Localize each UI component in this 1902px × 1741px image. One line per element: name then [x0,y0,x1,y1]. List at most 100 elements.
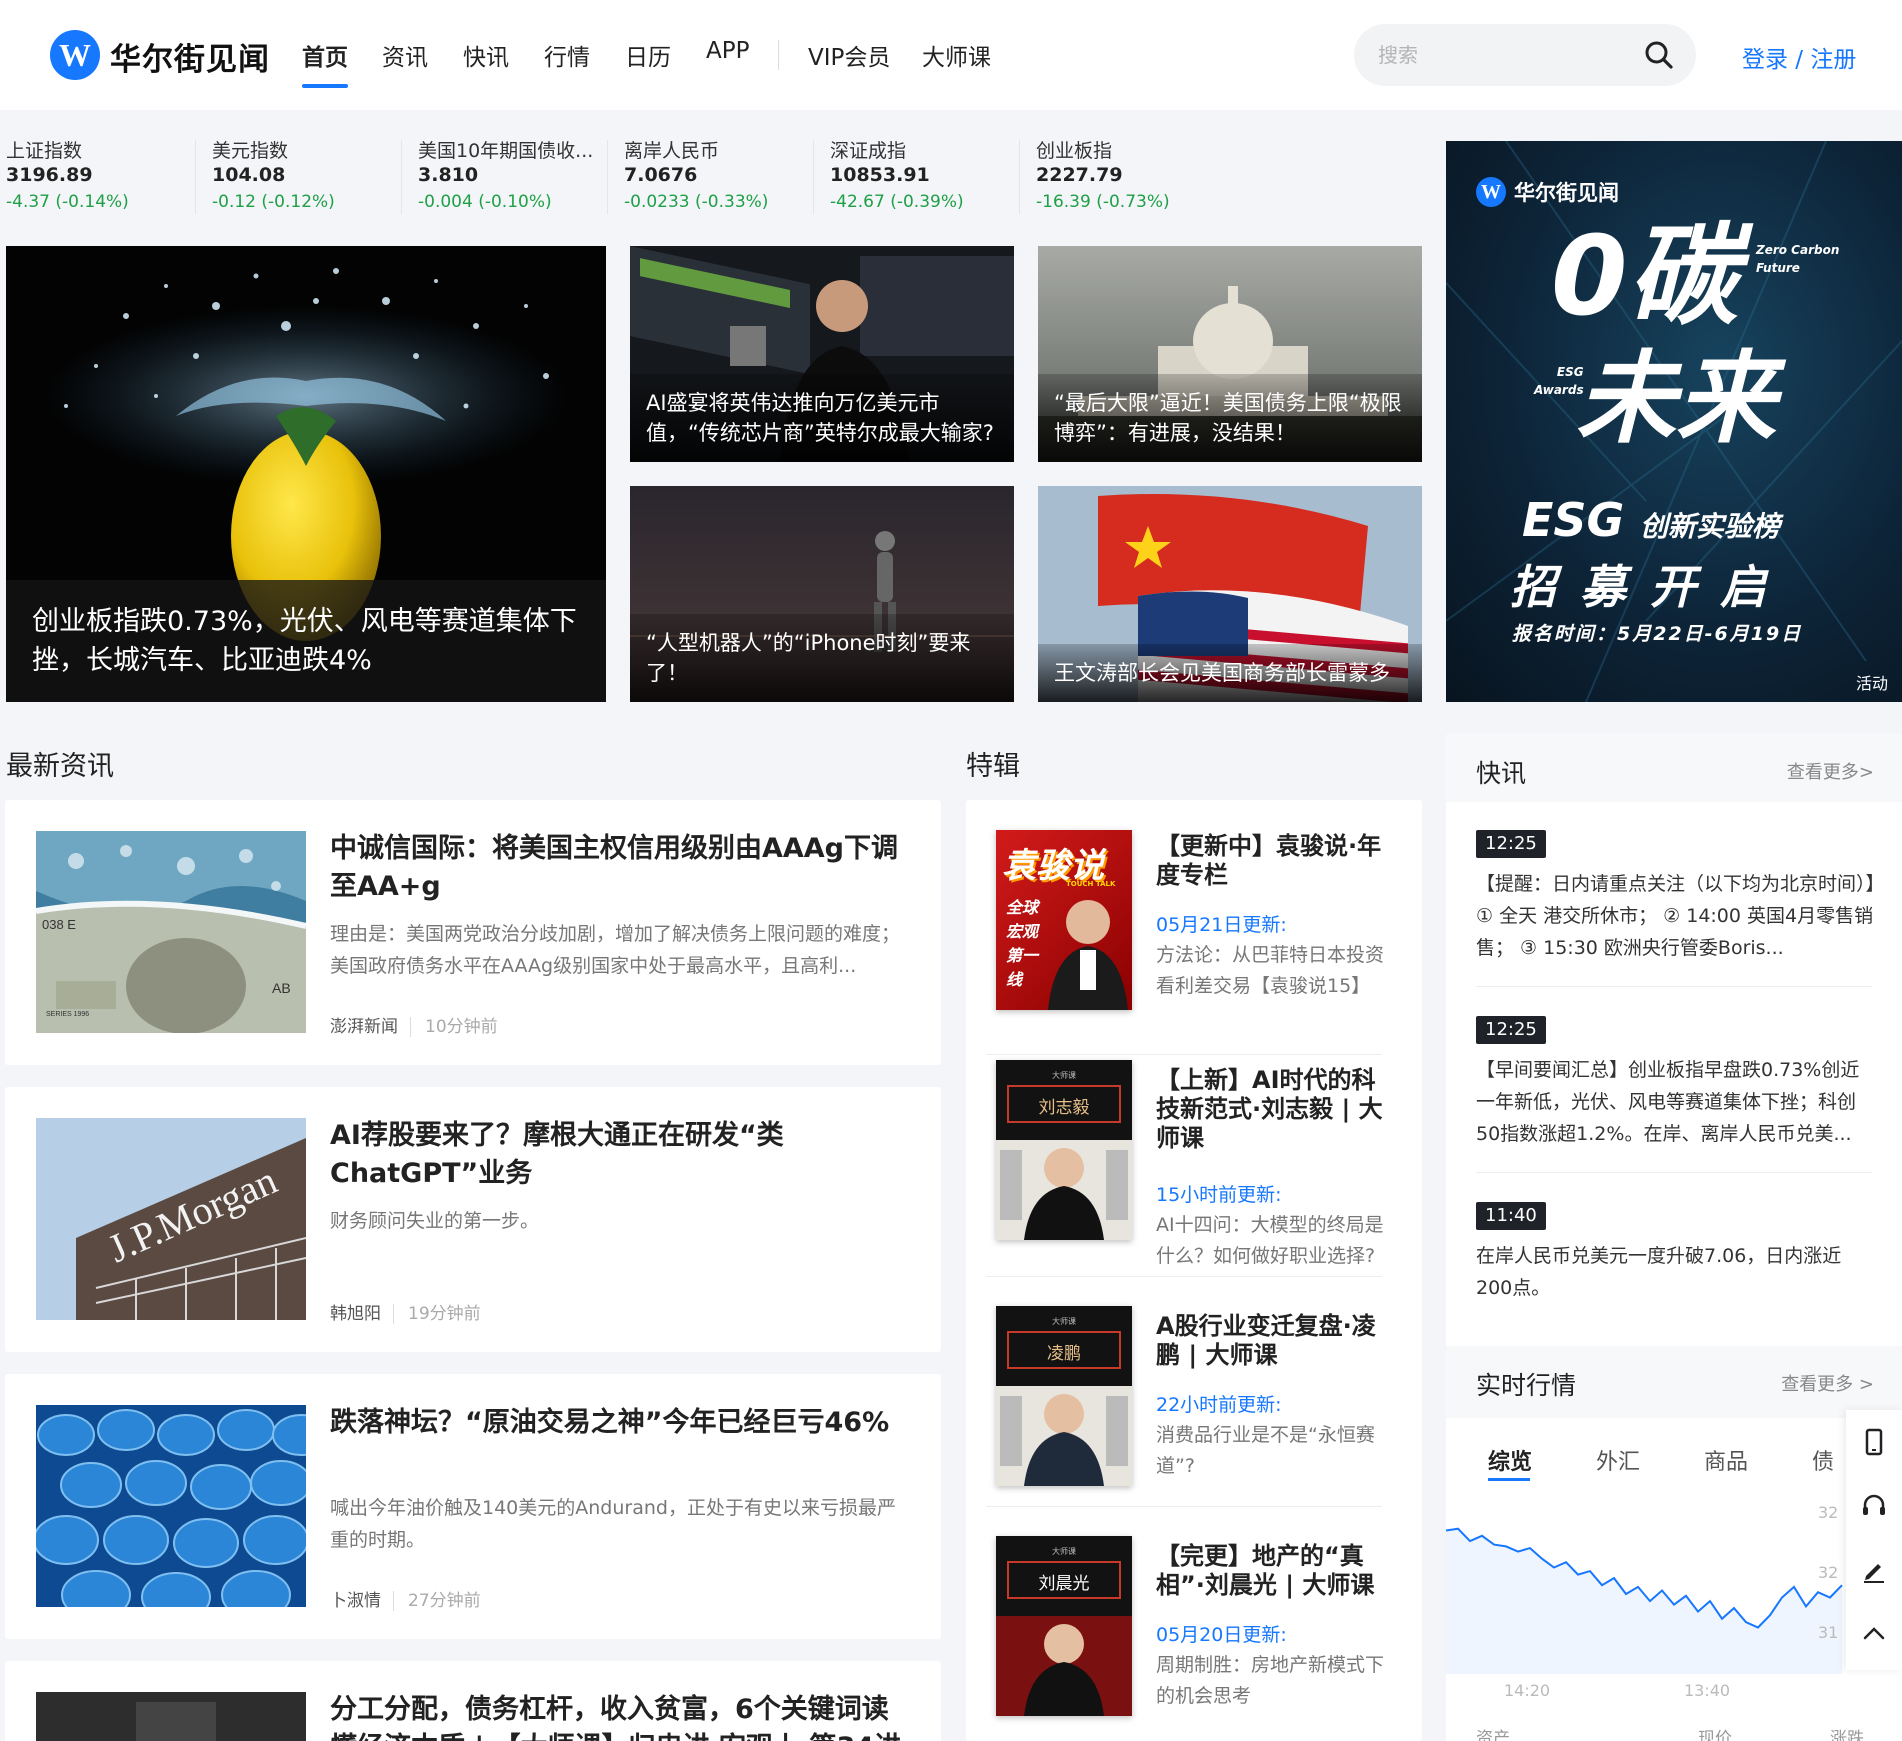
hero-tile-4-caption[interactable]: 王文涛部长会见美国商务部长雷蒙多 [1038,644,1422,702]
market-tab-bonds[interactable]: 债 [1812,1444,1834,1476]
news-meta: 澎湃新闻 10分钟前 [330,1012,498,1037]
master-class-cover-art [996,1536,1132,1716]
mobile-app-button[interactable] [1846,1410,1902,1474]
oil-barrels-image [36,1405,306,1607]
special-cover[interactable]: 大师课 刘志毅 [996,1060,1132,1240]
search-icon[interactable] [1644,40,1674,70]
special-title[interactable]: 【更新中】袁骏说·年度专栏 [1156,832,1396,890]
nav-vip[interactable]: VIP会员 [808,38,890,72]
special-item[interactable]: 袁骏说 TOUCH TALK 全球宏观第一线 【更新中】袁骏说·年度专栏 05月… [996,830,1396,1040]
ad-brand: W 华尔街见闻 [1476,177,1619,207]
search-box [1354,24,1696,86]
news-thumbnail[interactable]: 038 E AB SERIES 1996 [36,831,306,1033]
nav-calendar[interactable]: 日历 [625,38,671,72]
ticker-szse[interactable]: 深证成指 10853.91 -42.67 (-0.39%) [830,136,1020,216]
news-title[interactable]: 中诚信国际：将美国主权信用级别由AAAg下调至AA+g [330,830,910,906]
news-title[interactable]: 分工分配，债务杠杆，收入贫富，6个关键词读懂经济本质 | 【大师课】归忠讲 宏观… [330,1691,910,1741]
special-update: 15小时前更新: [1156,1184,1282,1206]
news-source[interactable]: 韩旭阳 [330,1304,381,1324]
news-thumbnail[interactable] [36,1692,306,1741]
nav-flash[interactable]: 快讯 [463,38,509,72]
cover-name: 刘晨光 [1038,1574,1090,1594]
market-tab-overview[interactable]: 综览 [1488,1444,1532,1476]
special-update: 22小时前更新: [1156,1394,1282,1416]
hero-main-caption[interactable]: 创业板指跌0.73%，光伏、风电等赛道集体下挫，长城汽车、比亚迪跌4% [6,580,606,702]
news-card[interactable]: 跌落神坛？“原油交易之神”今年已经巨亏46% 喊出今年油价触及140美元的And… [5,1374,941,1639]
flash-item-text[interactable]: 在岸人民币兑美元一度升破7.06，日内涨近200点。 [1476,1240,1876,1304]
ticker-separator [1019,140,1020,214]
news-card[interactable]: 038 E AB SERIES 1996 中诚信国际：将美国主权信用级别由AAA… [5,800,941,1065]
back-to-top-button[interactable] [1846,1602,1902,1666]
news-thumbnail[interactable]: J.P.Morgan [36,1118,306,1320]
col-asset: 资产 [1476,1729,1510,1741]
nav-app[interactable]: APP [706,38,749,64]
flash-more-link[interactable]: 查看更多> [1787,758,1874,784]
market-more-link[interactable]: 查看更多 > [1781,1370,1874,1396]
hero-tile-1-caption[interactable]: AI盛宴将英伟达推向万亿美元市值，“传统芯片商”英特尔成最大输家? [630,374,1014,462]
esg-ad-banner[interactable]: W 华尔街见闻 0碳 Zero Carbon Future ESG Awards… [1446,141,1902,702]
market-title: 实时行情 [1476,1371,1577,1400]
special-desc: 周期制胜：房地产新模式下的机会思考 [1156,1654,1385,1707]
chart-x-tick: 14:20 [1504,1681,1550,1700]
flash-item-text[interactable]: 【提醒：日内请重点关注（以下均为北京时间）】① 全天 港交所休市； ② 14:0… [1476,868,1876,964]
headset-icon [1863,1494,1885,1515]
special-item[interactable]: 大师课 凌鹏 A股行业变迁复盘·凌鹏 | 大师课 22小时前更新: 消费品行业是… [996,1306,1396,1496]
hero-tile-4[interactable]: 王文涛部长会见美国商务部长雷蒙多 [1038,486,1422,702]
flash-item-text[interactable]: 【早间要闻汇总】创业板指早盘跌0.73%创近一年新低，光伏、风电等赛道集体下挫；… [1476,1054,1876,1150]
special-title[interactable]: A股行业变迁复盘·凌鹏 | 大师课 [1156,1312,1396,1370]
ticker-name: 深证成指 [830,140,907,162]
news-title[interactable]: AI荐股要来了？摩根大通正在研发“类ChatGPT”业务 [330,1117,910,1193]
news-source[interactable]: 卜淑情 [330,1591,381,1611]
ad-recruit-text: 招 募 开 启 [1510,560,1771,614]
nav-news[interactable]: 资讯 [382,38,428,72]
news-title[interactable]: 跌落神坛？“原油交易之神”今年已经巨亏46% [330,1404,910,1442]
news-time: 10分钟前 [410,1017,498,1037]
special-separator [986,1054,1382,1055]
market-line-chart[interactable]: 32 32 31 14:20 13:40 [1446,1496,1902,1716]
special-title[interactable]: 【完更】地产的“真相”·刘晨光 | 大师课 [1156,1542,1396,1600]
hero-tile-2-caption[interactable]: “最后大限”逼近！美国债务上限“极限博弈”：有进展，没结果！ [1038,374,1422,462]
flash-separator [1476,986,1872,987]
ticker-chinext[interactable]: 创业板指 2227.79 -16.39 (-0.73%) [1036,136,1226,216]
special-title: 特辑 [966,751,1020,782]
ticker-us10y[interactable]: 美国10年期国债收... 3.810 -0.004 (-0.10%) [418,136,608,216]
special-item[interactable]: 大师课 刘晨光 【完更】地产的“真相”·刘晨光 | 大师课 05月20日更新: … [996,1536,1396,1726]
flash-separator [1476,1172,1872,1173]
hero-main[interactable]: 创业板指跌0.73%，光伏、风电等赛道集体下挫，长城汽车、比亚迪跌4% [6,246,606,702]
logo-icon[interactable]: W [50,30,100,80]
ad-brand-text: 华尔街见闻 [1514,180,1619,205]
nav-home[interactable]: 首页 [302,38,348,72]
special-title[interactable]: 【上新】AI时代的科技新范式·刘志毅 | 大师课 [1156,1066,1396,1153]
news-thumbnail[interactable] [36,1405,306,1607]
logo-text[interactable]: 华尔街见闻 [110,34,270,79]
search-input[interactable] [1378,40,1618,70]
feedback-button[interactable] [1846,1538,1902,1602]
nav-market[interactable]: 行情 [544,38,590,72]
news-card[interactable]: 分工分配，债务杠杆，收入贫富，6个关键词读懂经济本质 | 【大师课】归忠讲 宏观… [5,1661,941,1741]
hero-tile-1[interactable]: AI盛宴将英伟达推向万亿美元市值，“传统芯片商”英特尔成最大输家? [630,246,1014,462]
special-cover[interactable]: 大师课 凌鹏 [996,1306,1132,1486]
flash-title: 快讯 [1476,759,1527,788]
dollar-wave-image: 038 E AB SERIES 1996 [36,831,306,1033]
hero-tile-2[interactable]: “最后大限”逼近！美国债务上限“极限博弈”：有进展，没结果！ [1038,246,1422,462]
ticker-sse[interactable]: 上证指数 3196.89 -4.37 (-0.14%) [6,136,196,216]
ticker-cnh[interactable]: 离岸人民币 7.0676 -0.0233 (-0.33%) [624,136,814,216]
ticker-change: -0.12 (-0.12%) [212,192,335,212]
special-item[interactable]: 大师课 刘志毅 【上新】AI时代的科技新范式·刘志毅 | 大师课 15小时前更新… [996,1060,1396,1267]
special-cover[interactable]: 大师课 刘晨光 [996,1536,1132,1716]
news-source[interactable]: 澎湃新闻 [330,1017,398,1037]
customer-service-button[interactable] [1846,1474,1902,1538]
market-tab-forex[interactable]: 外汇 [1596,1444,1640,1476]
nav-master-class[interactable]: 大师课 [922,38,991,72]
login-register-link[interactable]: 登录 / 注册 [1742,40,1856,74]
special-cover[interactable]: 袁骏说 TOUCH TALK 全球宏观第一线 [996,830,1132,1010]
market-tab-commodities[interactable]: 商品 [1704,1444,1748,1476]
hero-tile-3-caption[interactable]: “人型机器人”的“iPhone时刻”要来了！ [630,614,1014,702]
chart-x-tick: 13:40 [1684,1681,1730,1700]
news-card[interactable]: J.P.Morgan AI荐股要来了？摩根大通正在研发“类ChatGPT”业务 … [5,1087,941,1352]
ticker-change: -0.0233 (-0.33%) [624,192,769,212]
hero-tile-3[interactable]: “人型机器人”的“iPhone时刻”要来了！ [630,486,1014,702]
news-time: 27分钟前 [393,1591,481,1611]
ticker-usd-index[interactable]: 美元指数 104.08 -0.12 (-0.12%) [212,136,402,216]
market-header: 实时行情 查看更多 > [1446,1346,1902,1418]
